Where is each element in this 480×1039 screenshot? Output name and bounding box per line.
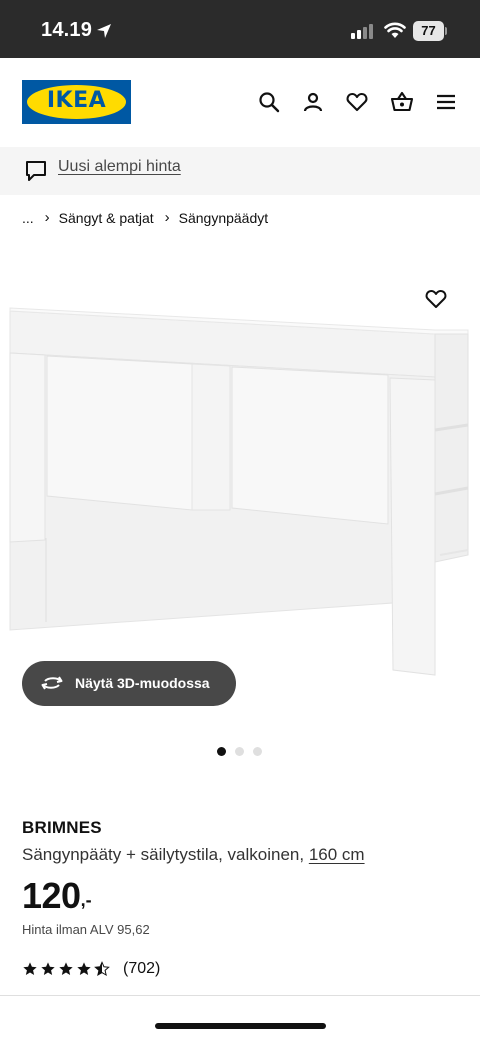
gallery-dot[interactable]	[217, 747, 226, 756]
logo-text: IKEA	[46, 88, 107, 113]
search-icon[interactable]	[257, 90, 281, 114]
home-bar	[0, 996, 480, 1039]
view-3d-button[interactable]: Näytä 3D-muodossa	[22, 661, 236, 706]
menu-icon[interactable]	[434, 90, 458, 114]
cellular-signal-icon	[351, 24, 373, 39]
chevron-right-icon: ›	[164, 209, 170, 226]
status-time: 14.19	[41, 19, 93, 41]
price-excluding-vat: Hinta ilman ALV 95,62	[22, 922, 150, 937]
breadcrumb: ... › Sängyt & patjat › Sängynpäädyt	[22, 209, 268, 226]
price-suffix: ,-	[80, 890, 92, 910]
price-integer: 120	[22, 875, 81, 916]
gallery-pagination	[217, 747, 262, 756]
ikea-logo[interactable]: IKEA	[22, 80, 131, 124]
battery-indicator: 77	[413, 21, 447, 41]
product-size-link[interactable]: 160 cm	[309, 845, 365, 864]
home-indicator[interactable]	[155, 1023, 326, 1029]
wifi-icon	[384, 22, 406, 38]
battery-tip	[445, 27, 447, 35]
heart-icon[interactable]	[345, 90, 369, 114]
star-half-icon	[94, 961, 110, 977]
battery-level: 77	[413, 21, 444, 41]
gallery-dot[interactable]	[235, 747, 244, 756]
star-full-icon	[41, 962, 55, 975]
breadcrumb-ellipsis[interactable]: ...	[22, 210, 34, 226]
product-brand: BRIMNES	[22, 818, 102, 837]
product-description-text: Sängynpääty + säilytystila, valkoinen,	[22, 845, 305, 864]
price-notice-link[interactable]: Uusi alempi hinta	[58, 158, 181, 176]
star-full-icon	[77, 962, 91, 975]
breadcrumb-headboards[interactable]: Sängynpäädyt	[179, 210, 269, 226]
favorite-heart-icon[interactable]	[424, 287, 448, 311]
location-arrow-icon	[97, 24, 111, 38]
chevron-right-icon: ›	[44, 209, 50, 226]
gallery-dot[interactable]	[253, 747, 262, 756]
product-rating[interactable]: (702)	[22, 960, 160, 978]
view-3d-label: Näytä 3D-muodossa	[75, 675, 210, 691]
product-price: 120,-	[22, 875, 92, 917]
rating-stars	[22, 961, 110, 977]
basket-icon[interactable]	[390, 90, 414, 114]
breadcrumb-beds-mattresses[interactable]: Sängyt & patjat	[59, 210, 154, 226]
star-full-icon	[59, 962, 73, 975]
price-notice-bar: Uusi alempi hinta	[0, 147, 480, 195]
product-description: Sängynpääty + säilytystila, valkoinen, 1…	[22, 845, 365, 865]
rating-count: (702)	[123, 960, 161, 977]
user-icon[interactable]	[301, 90, 325, 114]
site-header: IKEA	[0, 58, 480, 146]
speech-bubble-icon	[26, 161, 46, 181]
star-full-icon	[23, 962, 37, 975]
status-bar: 14.19 77	[0, 0, 480, 58]
rotate-3d-icon	[41, 676, 63, 690]
